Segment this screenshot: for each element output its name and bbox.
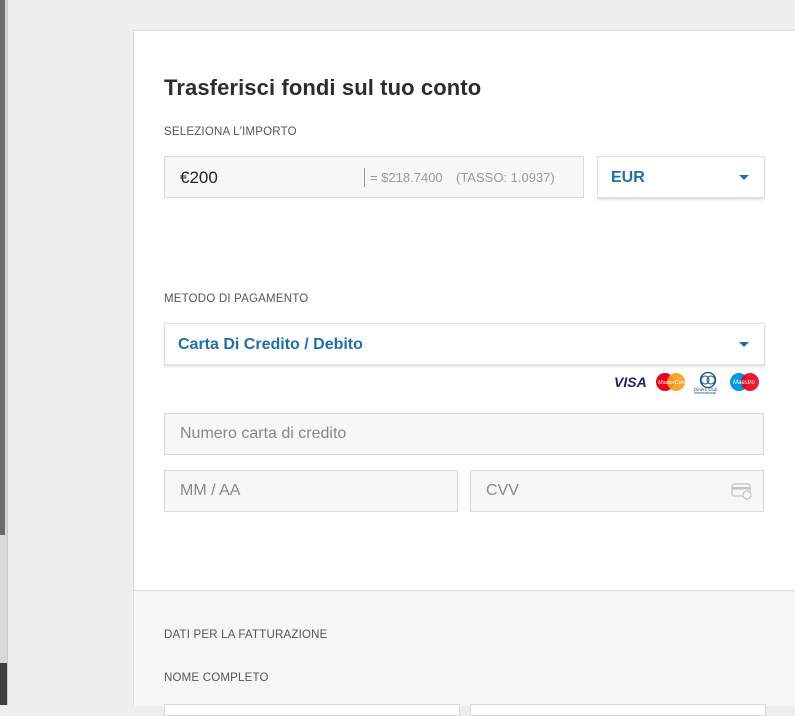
card-cvv-icon (731, 483, 752, 500)
scrollbar-track[interactable] (0, 0, 7, 705)
currency-value: EUR (611, 169, 645, 186)
svg-text:VISA: VISA (614, 374, 647, 390)
svg-text:MasterCard: MasterCard (658, 380, 687, 386)
expiry-placeholder: MM / AA (180, 482, 241, 499)
scrollbar-thumb[interactable] (0, 0, 5, 535)
billing-section-label: DATI PER LA FATTURAZIONE (164, 629, 328, 641)
full-name-label: NOME COMPLETO (164, 672, 269, 684)
last-name-field[interactable] (470, 704, 766, 716)
payment-method-value: Carta Di Credito / Debito (178, 336, 363, 353)
payment-method-label: METODO DI PAGAMENTO (164, 293, 309, 305)
amount-value: €200 (180, 168, 218, 187)
deposit-card: Trasferisci fondi sul tuo conto SELEZION… (133, 30, 795, 716)
payment-method-select[interactable]: Carta Di Credito / Debito (164, 323, 765, 365)
svg-text:International: International (694, 390, 716, 394)
cvv-placeholder: CVV (486, 482, 519, 499)
card-brand-logos: VISA MasterCard Diners Club Internationa… (613, 372, 763, 394)
chevron-down-icon (739, 342, 749, 347)
billing-section: DATI PER LA FATTURAZIONE NOME COMPLETO (134, 590, 795, 716)
scrollbar-bottom (0, 663, 7, 705)
mastercard-icon: MasterCard (656, 373, 687, 391)
visa-icon: VISA (614, 374, 647, 390)
chevron-down-icon (739, 175, 749, 180)
maestro-icon: Maestro (730, 373, 759, 391)
diners-club-icon: Diners Club International (694, 372, 718, 394)
page-title: Trasferisci fondi sul tuo conto (164, 75, 482, 100)
amount-label: SELEZIONA L'IMPORTO (164, 126, 297, 138)
text-cursor (364, 168, 365, 187)
first-name-field[interactable] (164, 704, 460, 716)
currency-select[interactable]: EUR (597, 156, 765, 198)
card-number-placeholder: Numero carta di credito (180, 425, 347, 442)
card-number-field[interactable]: Numero carta di credito (164, 413, 764, 455)
amount-conversion: = $218.7400 (370, 170, 443, 185)
amount-input[interactable]: €200 = $218.7400 (TASSO: 1.0937) (164, 156, 584, 198)
divider (7, 0, 8, 705)
cvv-field[interactable]: CVV (470, 470, 764, 512)
svg-text:Maestro: Maestro (733, 380, 755, 386)
exchange-rate: (TASSO: 1.0937) (456, 170, 555, 185)
expiry-field[interactable]: MM / AA (164, 470, 458, 512)
